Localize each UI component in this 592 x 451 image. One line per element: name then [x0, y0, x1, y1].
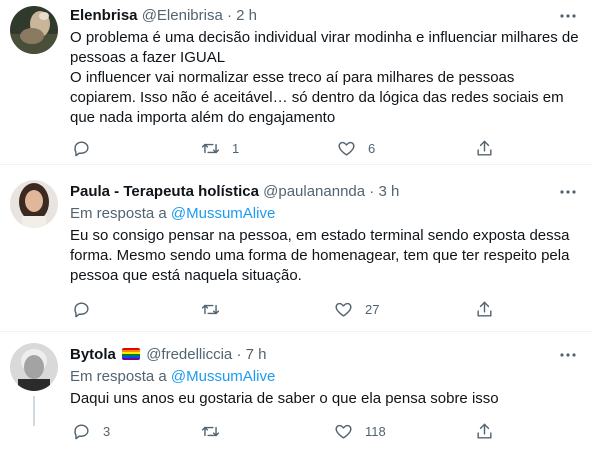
timestamp[interactable]: 3 h: [378, 183, 399, 200]
tweet-text: Eu so consigo pensar na pessoa, em estad…: [70, 226, 578, 286]
tweet-text-line: forma. Mesmo sendo uma forma de homenage…: [70, 247, 570, 264]
tweet-header: Bytola @fredelliccia · 7 h: [70, 345, 578, 365]
share-button[interactable]: [475, 137, 494, 159]
retweet-icon: [201, 143, 220, 153]
share-upload-icon: [477, 301, 492, 317]
reply-prefix: Em resposta a: [70, 205, 167, 222]
tweet-bytola[interactable]: Bytola @fredelliccia · 7 h Em resposta a…: [0, 333, 592, 451]
timestamp[interactable]: 2 h: [236, 7, 257, 24]
like-count: 6: [368, 140, 376, 156]
display-name[interactable]: Bytola: [70, 346, 116, 363]
share-upload-icon: [477, 423, 492, 439]
like-button[interactable]: 27: [334, 298, 379, 320]
tweet-actions: 1 6: [70, 137, 510, 159]
retweet-icon: [201, 426, 220, 436]
tweet-header: Paula - Terapeuta holística @paulanannda…: [70, 182, 578, 202]
tweet-elenbrisa[interactable]: Elenbrisa @Elenibrisa · 2 h O problema é…: [0, 0, 592, 165]
separator-dot: ·: [236, 346, 242, 363]
tweet-text-line: O problema é uma decisão individual vira…: [70, 29, 579, 46]
more-options-icon[interactable]: [558, 345, 578, 365]
reply-to-handle-link[interactable]: @MussumAlive: [171, 205, 275, 222]
reply-context: Em resposta a @MussumAlive: [70, 204, 578, 224]
thread-connector-line: [33, 396, 35, 426]
tweet-text-line: pessoas a fazer IGUAL: [70, 49, 226, 66]
share-button[interactable]: [475, 298, 494, 320]
reply-to-handle-link[interactable]: @MussumAlive: [171, 368, 275, 385]
reply-button[interactable]: [72, 137, 103, 159]
user-handle[interactable]: @paulanannda: [263, 183, 365, 200]
retweet-icon: [201, 304, 220, 314]
like-button[interactable]: 118: [334, 420, 386, 442]
separator-dot: ·: [226, 7, 232, 24]
like-count: 27: [365, 301, 380, 317]
tweet-text-line: Daqui uns anos eu gostaria de saber o qu…: [70, 390, 499, 407]
heart-icon: [335, 424, 352, 439]
display-name[interactable]: Elenbrisa: [70, 7, 138, 24]
tweet-text-line: O influencer vai normalizar esse treco a…: [70, 69, 515, 86]
heart-icon: [338, 141, 355, 156]
tweet-actions: 27: [70, 298, 510, 320]
reply-prefix: Em resposta a: [70, 368, 167, 385]
reply-button[interactable]: [72, 298, 103, 320]
reply-bubble-icon: [74, 301, 89, 317]
separator-dot: ·: [369, 183, 375, 200]
tweet-text-line: Eu so consigo pensar na pessoa, em estad…: [70, 227, 570, 244]
like-count: 118: [365, 423, 386, 439]
reply-context: Em resposta a @MussumAlive: [70, 367, 578, 387]
tweet-text: Daqui uns anos eu gostaria de saber o qu…: [70, 389, 578, 409]
avatar[interactable]: [10, 180, 58, 228]
tweet-header: Elenbrisa @Elenibrisa · 2 h: [70, 6, 578, 26]
tweet-text-line: que nada importa além do engajamento: [70, 109, 336, 126]
like-button[interactable]: 6: [337, 137, 375, 159]
avatar[interactable]: [10, 6, 58, 54]
reply-bubble-icon: [74, 140, 89, 156]
tweet-paula[interactable]: Paula - Terapeuta holística @paulanannda…: [0, 166, 592, 332]
retweet-button[interactable]: [201, 298, 232, 320]
reply-bubble-icon: [74, 423, 89, 439]
more-options-icon[interactable]: [558, 182, 578, 202]
display-name[interactable]: Paula - Terapeuta holística: [70, 183, 259, 200]
timestamp[interactable]: 7 h: [246, 346, 267, 363]
tweet-text-line: copiarem. Isso não é aceitável… só dentr…: [70, 89, 564, 106]
tweet-text: O problema é uma decisão individual vira…: [70, 28, 579, 128]
more-options-icon[interactable]: [558, 6, 578, 26]
retweet-button[interactable]: 1: [201, 137, 239, 159]
rainbow-flag-emoji: [122, 348, 141, 360]
heart-icon: [335, 302, 352, 317]
reply-button[interactable]: 3: [72, 420, 110, 442]
share-upload-icon: [477, 140, 492, 156]
reply-count: 3: [103, 423, 111, 439]
share-button[interactable]: [475, 420, 494, 442]
tweet-text-line: pessoa que está naquela situação.: [70, 267, 302, 284]
avatar[interactable]: [10, 343, 58, 391]
retweet-count: 1: [232, 140, 240, 156]
retweet-button[interactable]: [201, 420, 232, 442]
user-handle[interactable]: @fredelliccia: [146, 346, 232, 363]
tweet-actions: 3 118: [70, 420, 510, 442]
user-handle[interactable]: @Elenibrisa: [142, 7, 223, 24]
